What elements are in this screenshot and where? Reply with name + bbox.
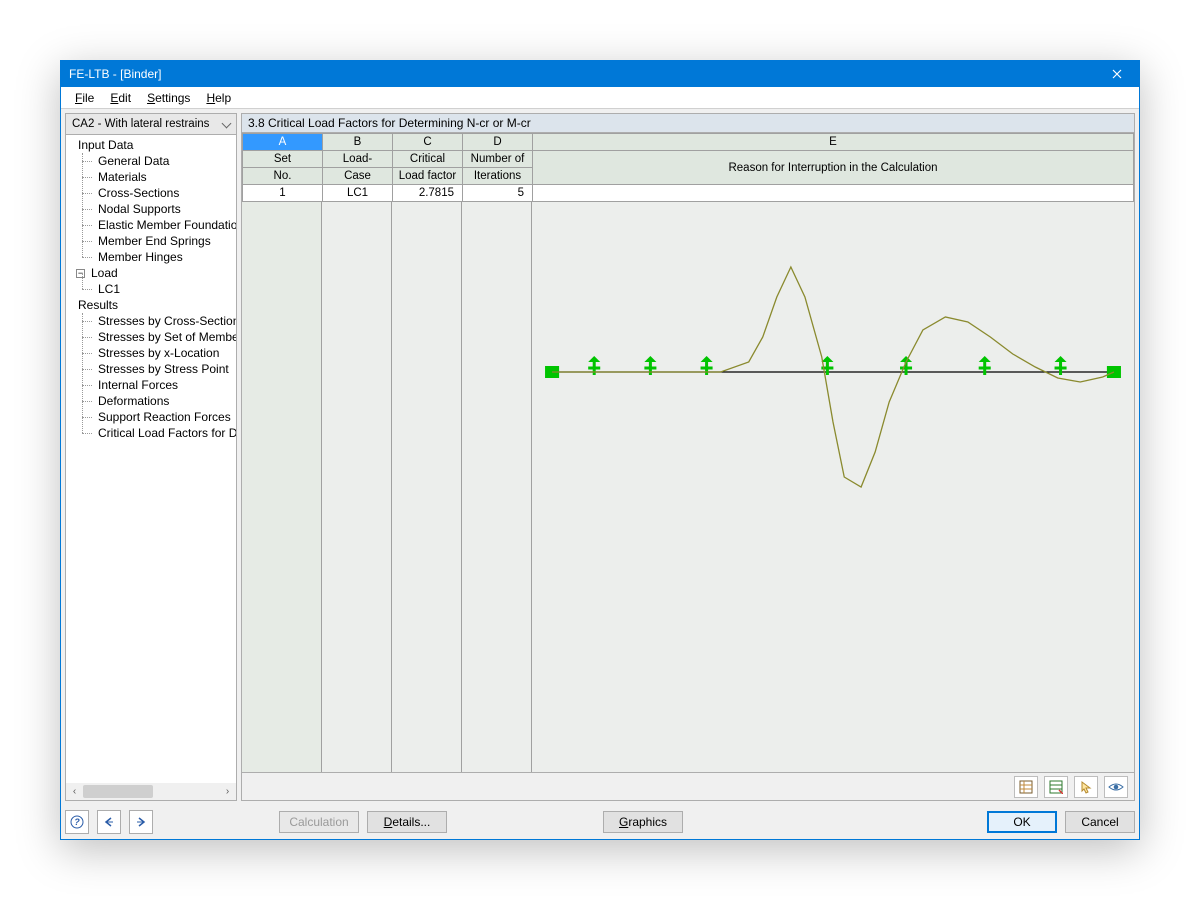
tree-group-input-data[interactable]: Input Data General Data Materials Cross-… bbox=[66, 137, 236, 265]
calculation-button[interactable]: Calculation bbox=[279, 811, 359, 833]
menu-settings[interactable]: Settings bbox=[139, 89, 198, 107]
arrow-left-icon bbox=[102, 815, 116, 829]
panel-header: 3.8 Critical Load Factors for Determinin… bbox=[241, 113, 1135, 133]
content-area: CA2 - With lateral restrains Input Data … bbox=[61, 109, 1139, 805]
window-close-button[interactable] bbox=[1095, 61, 1139, 87]
help-button[interactable]: ? bbox=[65, 810, 89, 834]
panel-toolbar bbox=[241, 773, 1135, 801]
col-letter-e[interactable]: E bbox=[533, 134, 1134, 151]
results-table[interactable]: A B C D E Set Load- Critical Number of R… bbox=[242, 133, 1134, 202]
app-window: FE-LTB - [Binder] File Edit Settings Hel… bbox=[60, 60, 1140, 840]
scroll-left-button[interactable]: ‹ bbox=[66, 783, 83, 800]
cell-iterations[interactable]: 5 bbox=[463, 185, 533, 202]
cell-critical[interactable]: 2.7815 bbox=[393, 185, 463, 202]
table-row[interactable]: 1 LC1 2.7815 5 bbox=[243, 185, 1134, 202]
col-header: Case bbox=[323, 168, 393, 185]
case-select-value: CA2 - With lateral restrains bbox=[72, 118, 209, 130]
tree-item[interactable]: Member End Springs bbox=[82, 233, 236, 249]
tree-item[interactable]: Stresses by x-Location bbox=[82, 345, 236, 361]
tree-item[interactable]: Stresses by Stress Point bbox=[82, 361, 236, 377]
toolbar-button-4[interactable] bbox=[1104, 776, 1128, 798]
mode-shape-diagram bbox=[532, 202, 1134, 542]
tree-item[interactable]: Elastic Member Foundations bbox=[82, 217, 236, 233]
bottom-bar: ? Calculation Details... Graphics OK Can… bbox=[61, 805, 1139, 839]
prev-button[interactable] bbox=[97, 810, 121, 834]
cell-set-no[interactable]: 1 bbox=[243, 185, 323, 202]
cell-reason[interactable] bbox=[533, 185, 1134, 202]
titlebar: FE-LTB - [Binder] bbox=[61, 61, 1139, 87]
tree-item[interactable]: LC1 bbox=[82, 281, 236, 297]
col-letter-c[interactable]: C bbox=[393, 134, 463, 151]
pointer-icon bbox=[1079, 780, 1093, 794]
tree-item[interactable]: General Data bbox=[82, 153, 236, 169]
cancel-button[interactable]: Cancel bbox=[1065, 811, 1135, 833]
details-button[interactable]: Details... bbox=[367, 811, 447, 833]
left-panel: CA2 - With lateral restrains Input Data … bbox=[65, 113, 237, 801]
tree-item[interactable]: Support Reaction Forces bbox=[82, 409, 236, 425]
table-icon bbox=[1019, 780, 1033, 794]
col-header: No. bbox=[243, 168, 323, 185]
grid-zone: A B C D E Set Load- Critical Number of R… bbox=[241, 133, 1135, 773]
scroll-thumb[interactable] bbox=[83, 785, 153, 798]
close-icon bbox=[1112, 69, 1122, 79]
tree-item[interactable]: Deformations bbox=[82, 393, 236, 409]
cell-load-case[interactable]: LC1 bbox=[323, 185, 393, 202]
col-header: Critical bbox=[393, 151, 463, 168]
next-button[interactable] bbox=[129, 810, 153, 834]
tree-item[interactable]: Stresses by Set of Members bbox=[82, 329, 236, 345]
navigator-tree[interactable]: Input Data General Data Materials Cross-… bbox=[65, 135, 237, 801]
eye-icon bbox=[1108, 780, 1124, 794]
table-export-icon bbox=[1049, 780, 1063, 794]
menu-edit[interactable]: Edit bbox=[102, 89, 139, 107]
right-panel: 3.8 Critical Load Factors for Determinin… bbox=[241, 113, 1135, 801]
grid-body bbox=[242, 202, 1134, 772]
toolbar-button-2[interactable] bbox=[1044, 776, 1068, 798]
menubar: File Edit Settings Help bbox=[61, 87, 1139, 109]
scroll-track[interactable] bbox=[83, 783, 219, 800]
tree-group-results[interactable]: Results Stresses by Cross-Section Stress… bbox=[66, 297, 236, 441]
col-letter-d[interactable]: D bbox=[463, 134, 533, 151]
tree-item[interactable]: Stresses by Cross-Section bbox=[82, 313, 236, 329]
menu-help[interactable]: Help bbox=[198, 89, 239, 107]
col-header: Set bbox=[243, 151, 323, 168]
col-letter-b[interactable]: B bbox=[323, 134, 393, 151]
arrow-right-icon bbox=[134, 815, 148, 829]
tree-item[interactable]: Internal Forces bbox=[82, 377, 236, 393]
tree-item[interactable]: Nodal Supports bbox=[82, 201, 236, 217]
col-header: Load- bbox=[323, 151, 393, 168]
help-icon: ? bbox=[70, 815, 84, 829]
tree-hscrollbar[interactable]: ‹ › bbox=[66, 783, 236, 800]
window-title: FE-LTB - [Binder] bbox=[69, 67, 161, 81]
toolbar-button-1[interactable] bbox=[1014, 776, 1038, 798]
col-header: Load factor bbox=[393, 168, 463, 185]
chevron-down-icon bbox=[222, 118, 232, 128]
col-letter-a[interactable]: A bbox=[243, 134, 323, 151]
case-select[interactable]: CA2 - With lateral restrains bbox=[65, 113, 237, 135]
tree-group-load[interactable]: −Load LC1 bbox=[66, 265, 236, 297]
col-header: Number of bbox=[463, 151, 533, 168]
menu-file[interactable]: File bbox=[67, 89, 102, 107]
tree-item[interactable]: Cross-Sections bbox=[82, 185, 236, 201]
graphics-button[interactable]: Graphics bbox=[603, 811, 683, 833]
tree-item[interactable]: Critical Load Factors for Determining N-… bbox=[82, 425, 236, 441]
toolbar-button-3[interactable] bbox=[1074, 776, 1098, 798]
tree-item[interactable]: Materials bbox=[82, 169, 236, 185]
col-header: Reason for Interruption in the Calculati… bbox=[533, 151, 1134, 185]
tree-item[interactable]: Member Hinges bbox=[82, 249, 236, 265]
ok-button[interactable]: OK bbox=[987, 811, 1057, 833]
col-header: Iterations bbox=[463, 168, 533, 185]
svg-text:?: ? bbox=[74, 817, 80, 827]
scroll-right-button[interactable]: › bbox=[219, 783, 236, 800]
minus-icon[interactable]: − bbox=[76, 269, 85, 278]
